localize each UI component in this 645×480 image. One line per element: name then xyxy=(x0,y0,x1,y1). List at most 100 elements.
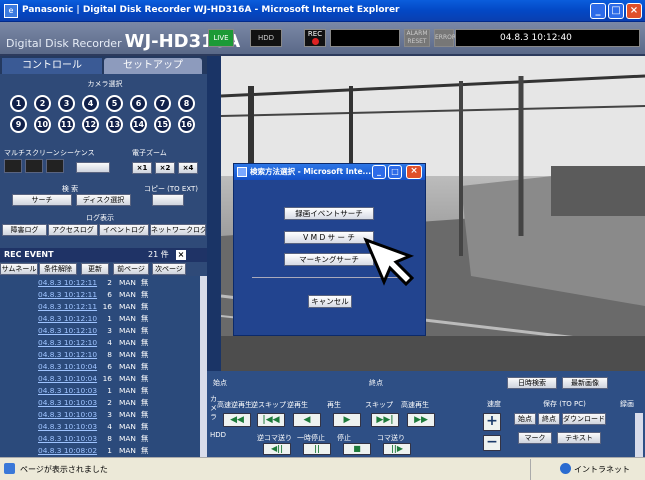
speed-minus-button[interactable]: − xyxy=(483,435,501,451)
event-date-link[interactable]: 04.8.3 10:12:10 xyxy=(38,350,97,361)
text-button[interactable]: テキスト xyxy=(557,432,601,444)
frame-reverse-button[interactable]: ◀|| xyxy=(263,443,291,455)
event-row[interactable]: 04.8.3 10:10:03 3 MAN 無 xyxy=(0,410,200,421)
copy-button[interactable] xyxy=(152,194,184,206)
camera-9-button[interactable]: 9 xyxy=(10,116,27,133)
fast-reverse-button[interactable]: ◀◀ xyxy=(223,413,251,427)
mark-button[interactable]: マーク xyxy=(518,432,552,444)
event-date-link[interactable]: 04.8.3 10:08:02 xyxy=(38,446,97,457)
speed-plus-button[interactable]: + xyxy=(483,413,501,431)
camera-5-button[interactable]: 5 xyxy=(106,95,123,112)
event-date-link[interactable]: 04.8.3 10:12:10 xyxy=(38,338,97,349)
event-search-button[interactable]: 録画イベントサーチ xyxy=(284,207,374,220)
event-date-link[interactable]: 04.8.3 10:10:03 xyxy=(38,410,97,421)
network-log-button[interactable]: ネットワークログ xyxy=(150,224,206,236)
camera-10-button[interactable]: 10 xyxy=(34,116,51,133)
camera-13-button[interactable]: 13 xyxy=(106,116,123,133)
live-indicator: LIVE xyxy=(208,29,234,47)
event-date-link[interactable]: 04.8.3 10:12:10 xyxy=(38,326,97,337)
camera-8-button[interactable]: 8 xyxy=(178,95,195,112)
event-date-link[interactable]: 04.8.3 10:12:11 xyxy=(38,302,97,313)
event-row[interactable]: 04.8.3 10:08:02 1 MAN 無 xyxy=(0,446,200,457)
pause-button[interactable]: || xyxy=(303,443,331,455)
camera-16-button[interactable]: 16 xyxy=(178,116,195,133)
dialog-minimize-button[interactable]: _ xyxy=(372,165,386,179)
camera-2-button[interactable]: 2 xyxy=(34,95,51,112)
event-row[interactable]: 04.8.3 10:10:04 16 MAN 無 xyxy=(0,374,200,385)
event-row[interactable]: 04.8.3 10:12:11 16 MAN 無 xyxy=(0,302,200,313)
thumbnail-button[interactable]: サムネール xyxy=(0,263,38,275)
camera-14-button[interactable]: 14 xyxy=(130,116,147,133)
close-button[interactable]: × xyxy=(626,3,642,19)
nine-screen-icon[interactable] xyxy=(25,159,43,173)
sixteen-screen-icon[interactable] xyxy=(46,159,64,173)
camera-12-button[interactable]: 12 xyxy=(82,116,99,133)
zoom-x4-button[interactable]: ×4 xyxy=(178,162,198,174)
event-date-link[interactable]: 04.8.3 10:10:04 xyxy=(38,374,97,385)
event-row[interactable]: 04.8.3 10:12:10 4 MAN 無 xyxy=(0,338,200,349)
zoom-x2-button[interactable]: ×2 xyxy=(155,162,175,174)
camera-4-button[interactable]: 4 xyxy=(82,95,99,112)
play-button[interactable]: ▶ xyxy=(333,413,361,427)
event-date-link[interactable]: 04.8.3 10:10:03 xyxy=(38,422,97,433)
event-date-link[interactable]: 04.8.3 10:10:04 xyxy=(38,362,97,373)
event-date-link[interactable]: 04.8.3 10:12:11 xyxy=(38,278,97,289)
disk-select-button[interactable]: ディスク選択 xyxy=(76,194,131,206)
skip-button[interactable]: ▶▶| xyxy=(371,413,399,427)
event-date-link[interactable]: 04.8.3 10:10:03 xyxy=(38,386,97,397)
prev-page-button[interactable]: 前ページ xyxy=(113,263,149,275)
camera-1-button[interactable]: 1 xyxy=(10,95,27,112)
error-log-button[interactable]: 障害ログ xyxy=(2,224,47,236)
date-search-button[interactable]: 日時検索 xyxy=(507,377,557,389)
event-row[interactable]: 04.8.3 10:10:03 1 MAN 無 xyxy=(0,386,200,397)
save-end-button[interactable]: 終点 xyxy=(538,413,560,425)
save-start-button[interactable]: 始点 xyxy=(514,413,536,425)
clear-filter-button[interactable]: 条件解除 xyxy=(39,263,77,275)
next-page-button[interactable]: 次ページ xyxy=(152,263,186,275)
reverse-skip-button[interactable]: |◀◀ xyxy=(257,413,285,427)
tab-setup[interactable]: セットアップ xyxy=(104,58,202,74)
sequence-button[interactable] xyxy=(76,162,110,173)
camera-6-button[interactable]: 6 xyxy=(130,95,147,112)
event-row[interactable]: 04.8.3 10:12:10 1 MAN 無 xyxy=(0,314,200,325)
event-row[interactable]: 04.8.3 10:12:11 2 MAN 無 xyxy=(0,278,200,289)
reverse-play-button[interactable]: ◀ xyxy=(293,413,321,427)
event-row[interactable]: 04.8.3 10:10:04 6 MAN 無 xyxy=(0,362,200,373)
access-log-button[interactable]: アクセスログ xyxy=(48,224,98,236)
sequence-label: シーケンス xyxy=(60,149,95,157)
camera-7-button[interactable]: 7 xyxy=(154,95,171,112)
cancel-button[interactable]: キャンセル xyxy=(308,295,352,308)
event-date-link[interactable]: 04.8.3 10:12:11 xyxy=(38,290,97,301)
event-row[interactable]: 04.8.3 10:12:10 8 MAN 無 xyxy=(0,350,200,361)
quad-screen-icon[interactable] xyxy=(4,159,22,173)
camera-11-button[interactable]: 11 xyxy=(58,116,75,133)
minimize-button[interactable]: _ xyxy=(590,3,606,19)
event-log-button[interactable]: イベントログ xyxy=(99,224,149,236)
dialog-close-button[interactable]: × xyxy=(406,165,422,179)
event-date-link[interactable]: 04.8.3 10:10:03 xyxy=(38,434,97,445)
fast-forward-button[interactable]: ▶▶ xyxy=(407,413,435,427)
alarm-reset-button[interactable]: ALARM RESET xyxy=(404,29,430,47)
event-row[interactable]: 04.8.3 10:10:03 8 MAN 無 xyxy=(0,434,200,445)
download-button[interactable]: ダウンロード xyxy=(562,413,606,425)
refresh-button[interactable]: 更新 xyxy=(81,263,109,275)
event-close-icon[interactable]: × xyxy=(176,250,186,260)
event-date-link[interactable]: 04.8.3 10:10:03 xyxy=(38,398,97,409)
event-list-scrollbar[interactable] xyxy=(200,276,207,457)
event-row[interactable]: 04.8.3 10:10:03 2 MAN 無 xyxy=(0,398,200,409)
tab-control[interactable]: コントロール xyxy=(2,58,102,74)
latest-image-button[interactable]: 最新画像 xyxy=(562,377,608,389)
camera-15-button[interactable]: 15 xyxy=(154,116,171,133)
zoom-x1-button[interactable]: ×1 xyxy=(132,162,152,174)
event-row[interactable]: 04.8.3 10:12:11 6 MAN 無 xyxy=(0,290,200,301)
event-row[interactable]: 04.8.3 10:12:10 3 MAN 無 xyxy=(0,326,200,337)
dialog-maximize-button[interactable]: □ xyxy=(388,165,402,179)
search-button[interactable]: サーチ xyxy=(12,194,72,206)
camera-3-button[interactable]: 3 xyxy=(58,95,75,112)
event-row[interactable]: 04.8.3 10:10:03 4 MAN 無 xyxy=(0,422,200,433)
controls-scrollbar[interactable] xyxy=(635,413,643,457)
frame-advance-button[interactable]: ||▶ xyxy=(383,443,411,455)
stop-button[interactable]: ■ xyxy=(343,443,371,455)
event-date-link[interactable]: 04.8.3 10:12:10 xyxy=(38,314,97,325)
maximize-button[interactable]: □ xyxy=(608,3,624,19)
